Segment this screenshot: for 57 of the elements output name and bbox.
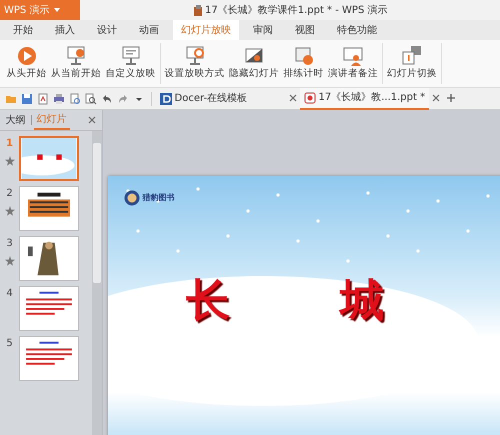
ribbon-tab[interactable]: 视图 xyxy=(287,20,323,40)
timer-icon xyxy=(292,45,314,68)
document-tab[interactable]: Docer-在线模板 xyxy=(156,88,286,110)
document-icon xyxy=(192,4,202,16)
d-logo-icon xyxy=(160,92,172,104)
close-icon xyxy=(288,94,296,102)
logo-text: 猎豹图书 xyxy=(142,192,174,204)
slide-title-text: 城 xyxy=(340,274,384,328)
slide-number: 2 xyxy=(5,187,14,201)
ribbon-button[interactable]: 幻灯片切换 xyxy=(386,43,438,84)
slide-number: 4 xyxy=(5,287,14,301)
slide-title-text: 长 xyxy=(186,274,230,328)
close-icon xyxy=(432,94,440,102)
redo-icon xyxy=(116,92,128,104)
ribbon-button[interactable]: 从当前开始 xyxy=(50,43,102,84)
speaker-notes-icon xyxy=(342,45,364,68)
ribbon-button[interactable]: 隐藏幻灯片 xyxy=(228,43,280,84)
screen-gear-icon xyxy=(184,45,206,68)
slide-transition-icon xyxy=(401,45,423,68)
caret-icon xyxy=(52,6,61,14)
slide-number: 5 xyxy=(5,337,14,351)
save-icon xyxy=(20,92,32,104)
slide-number: 3 xyxy=(5,237,14,251)
presentation-file-icon xyxy=(304,92,316,104)
pdf-icon xyxy=(36,92,48,104)
ribbon-tab[interactable]: 设计 xyxy=(89,20,125,40)
ribbon-button[interactable]: 演讲者备注 xyxy=(327,43,379,84)
slide-thumbnail[interactable] xyxy=(19,136,79,181)
slide-thumbnail[interactable] xyxy=(19,236,79,281)
document-tab[interactable]: 17《长城》教...1.ppt * xyxy=(300,88,430,110)
print-preview-icon xyxy=(68,92,80,104)
ribbon-tab[interactable]: 特色功能 xyxy=(329,20,385,40)
slide-number: 1 xyxy=(5,137,14,151)
ribbon-button[interactable]: 排练计时 xyxy=(282,43,324,84)
ribbon-tab[interactable]: 审阅 xyxy=(245,20,281,40)
ribbon-tab[interactable]: 动画 xyxy=(131,20,167,40)
ribbon-button[interactable]: 从头开始 xyxy=(6,43,48,84)
ribbon-button[interactable]: 设置放映方式 xyxy=(164,43,226,84)
play-icon xyxy=(16,45,38,68)
presentation-screen-icon xyxy=(120,45,142,68)
emblem-icon xyxy=(124,190,140,206)
magnifier-icon xyxy=(84,92,96,104)
undo-icon xyxy=(100,92,112,104)
print-icon xyxy=(52,92,64,104)
slide-thumbnail[interactable] xyxy=(19,186,79,231)
close-icon xyxy=(88,116,96,124)
slide-thumbnail[interactable] xyxy=(19,336,79,381)
plus-icon xyxy=(446,93,456,104)
scrollbar-thumb[interactable] xyxy=(92,143,101,283)
ribbon-tab[interactable]: 插入 xyxy=(47,20,83,40)
ribbon-button[interactable]: 自定义放映 xyxy=(104,43,156,84)
presentation-screen-icon xyxy=(65,45,87,68)
window-title: 17《长城》教学课件1.ppt * - WPS 演示 xyxy=(205,4,388,18)
slide-thumbnail[interactable] xyxy=(19,286,79,331)
ribbon-tab[interactable]: 幻灯片放映 xyxy=(173,20,239,40)
panel-tab[interactable]: 大纲 xyxy=(2,110,28,130)
ribbon-tab[interactable]: 开始 xyxy=(5,20,41,40)
